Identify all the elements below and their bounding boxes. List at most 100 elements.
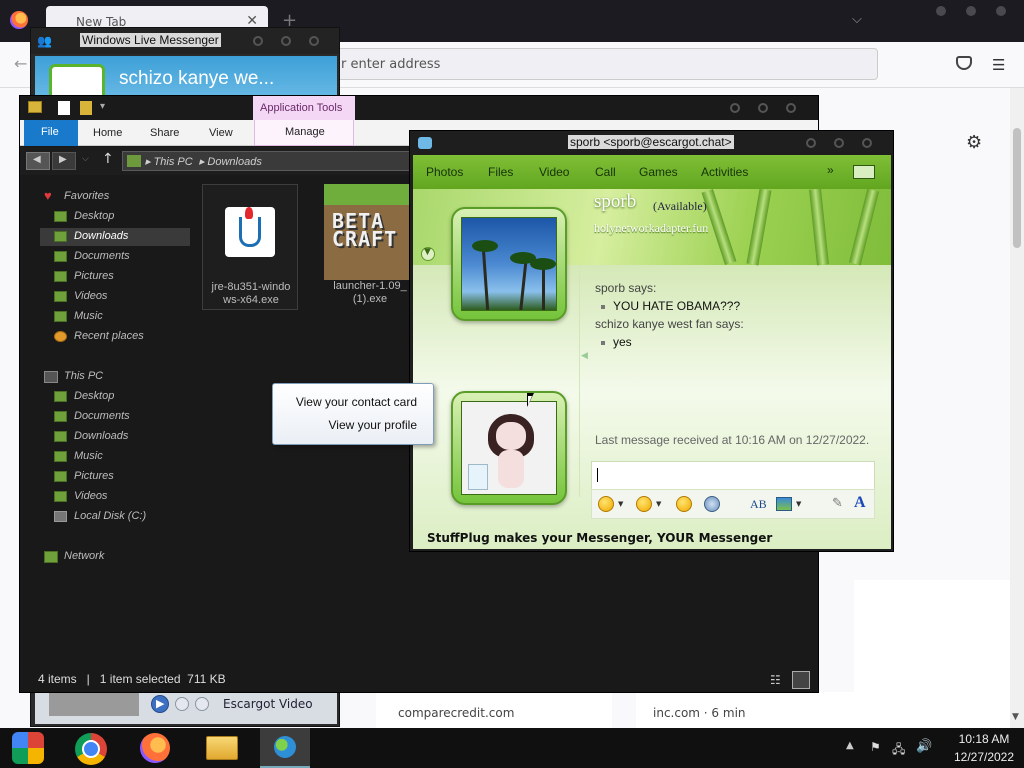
tab-file[interactable]: File (24, 120, 78, 146)
tab-manage[interactable]: Manage (254, 120, 354, 146)
tab-label: File (41, 126, 59, 138)
toolbar-photos[interactable]: Photos (426, 165, 463, 179)
forward-button[interactable]: ▶ (52, 152, 76, 170)
your-avatar[interactable] (451, 391, 567, 505)
context-tab-title: Application Tools (260, 102, 343, 114)
toolbar-files[interactable]: Files (488, 165, 513, 179)
palm-leaves (472, 240, 498, 252)
menu-item-view-profile[interactable]: View your profile (329, 418, 418, 432)
tab-list-chevron-icon[interactable]: ⌵ (852, 12, 862, 27)
tab-view[interactable]: View (209, 127, 233, 139)
background-icon[interactable] (776, 497, 792, 511)
back-arrow-icon[interactable]: ← (14, 54, 27, 73)
menu-item-view-contact-card[interactable]: View your contact card (296, 395, 417, 409)
palm-trunk (519, 257, 528, 311)
voice-clip-icon[interactable] (704, 496, 720, 512)
show-hidden-icons-chevron-icon[interactable]: ▲ (846, 740, 854, 751)
chevron-down-icon[interactable]: ▼ (656, 500, 661, 508)
details-view-icon[interactable]: ☷ (770, 673, 781, 687)
display-name[interactable]: schizo kanye we... (119, 68, 274, 90)
gear-icon[interactable]: ⚙ (966, 132, 982, 153)
start-button[interactable] (12, 732, 44, 764)
clock-date[interactable]: 12/27/2022 (944, 750, 1024, 764)
font-icon[interactable]: AB (750, 497, 767, 512)
scrollbar-thumb[interactable] (1013, 128, 1021, 248)
back-button[interactable]: ◀ (26, 152, 50, 170)
maximize-button[interactable] (966, 6, 976, 16)
firefox-icon[interactable] (140, 733, 170, 763)
drive-icon (54, 511, 67, 522)
file-item[interactable]: BETA CRAFT launcher-1.09_ (1).exe (322, 184, 418, 310)
hamburger-menu-icon[interactable]: ☰ (992, 56, 1005, 74)
chevron-down-icon[interactable]: ▼ (618, 500, 623, 508)
emoticon-icon[interactable] (598, 496, 614, 512)
maximize-button[interactable] (281, 36, 291, 46)
address-bar[interactable]: ▸ This PC ▸ Downloads (122, 151, 422, 171)
messenger-buddy-icon: 👥 (37, 34, 52, 48)
tab-share[interactable]: Share (150, 127, 179, 139)
minimize-button[interactable] (253, 36, 263, 46)
url-placeholder: r enter address (341, 57, 441, 72)
menu-dropdown-icon[interactable] (853, 165, 875, 179)
status-bar: 4 items | 1 item selected 711 KB ☷ (20, 668, 818, 692)
sidebar-item-downloads[interactable]: Downloads (40, 228, 190, 246)
window-titlebar[interactable]: ▾ Application Tools (20, 96, 818, 120)
taskbar-messenger[interactable] (260, 728, 310, 768)
customize-chevron-icon[interactable]: ▾ (100, 101, 105, 112)
toolbar-call[interactable]: Call (595, 165, 616, 179)
large-icons-view-icon[interactable] (792, 671, 810, 689)
breadcrumb-downloads[interactable]: Downloads (207, 156, 261, 168)
file-name: launcher-1.09_ (1).exe (322, 280, 418, 306)
file-explorer-icon[interactable] (206, 736, 238, 760)
scrollbar[interactable]: ▼ (1010, 88, 1024, 728)
clock-time[interactable]: 10:18 AM (944, 732, 1024, 746)
toolbar-more-icon[interactable]: » (827, 163, 834, 177)
network-icon[interactable]: 🖧 (892, 740, 905, 761)
file-item[interactable]: jre-8u351-windo ws-x64.exe (202, 184, 298, 310)
window-titlebar[interactable]: sporb <sporb@escargot.chat> (410, 131, 893, 155)
volume-icon[interactable]: 🔊 (916, 739, 932, 754)
contact-avatar[interactable] (451, 207, 567, 321)
sidebar-label: Network (64, 550, 105, 562)
minimize-button[interactable] (806, 138, 816, 148)
minimize-button[interactable] (936, 6, 946, 16)
close-button[interactable] (996, 6, 1006, 16)
window-titlebar[interactable]: 👥 Windows Live Messenger (31, 28, 339, 54)
maximize-button[interactable] (834, 138, 844, 148)
conversation-body: Photos Files Video Call Games Activities… (413, 155, 891, 549)
pocket-icon[interactable] (956, 56, 972, 70)
chevron-down-icon[interactable]: ▼ (796, 500, 801, 508)
text-format-icon[interactable]: A (854, 494, 866, 512)
toolbar-games[interactable]: Games (639, 165, 678, 179)
properties-icon[interactable] (58, 101, 70, 115)
next-button[interactable] (195, 697, 209, 711)
breadcrumb-this-pc[interactable]: This PC (154, 156, 193, 168)
play-button[interactable]: ▶ (151, 695, 169, 713)
collapse-toggle[interactable]: ▼ (421, 247, 435, 261)
handwriting-icon[interactable]: ✎ (832, 496, 843, 511)
recent-locations-chevron-icon[interactable]: ⌵ (82, 154, 89, 164)
collapse-arrow-icon[interactable]: ◀ (581, 351, 588, 361)
nudge-icon[interactable] (676, 496, 692, 512)
up-arrow-icon[interactable]: ↑ (102, 151, 114, 167)
action-center-flag-icon[interactable]: ⚑ (870, 740, 881, 754)
sidebar-label: Pictures (74, 270, 114, 282)
scroll-down-arrow-icon[interactable]: ▼ (1012, 712, 1019, 722)
new-folder-icon[interactable] (80, 101, 92, 115)
wink-icon[interactable] (636, 496, 652, 512)
toolbar-video[interactable]: Video (539, 165, 569, 179)
maximize-button[interactable] (758, 103, 768, 113)
toolbar-activities[interactable]: Activities (701, 165, 748, 179)
footer-ad[interactable]: StuffPlug makes your Messenger, YOUR Mes… (427, 531, 772, 545)
top-site-tile[interactable]: inc.com · 6 min (636, 692, 854, 728)
close-button[interactable] (309, 36, 319, 46)
previous-button[interactable] (175, 697, 189, 711)
minimize-button[interactable] (730, 103, 740, 113)
breadcrumb[interactable]: ▸ This PC ▸ Downloads (145, 155, 262, 168)
tab-home[interactable]: Home (93, 127, 122, 139)
close-button[interactable] (862, 138, 872, 148)
top-site-tile[interactable]: comparecredit.com (376, 692, 612, 728)
url-bar[interactable]: r enter address (320, 48, 878, 80)
taskbar-chrome[interactable] (60, 728, 112, 768)
close-button[interactable] (786, 103, 796, 113)
